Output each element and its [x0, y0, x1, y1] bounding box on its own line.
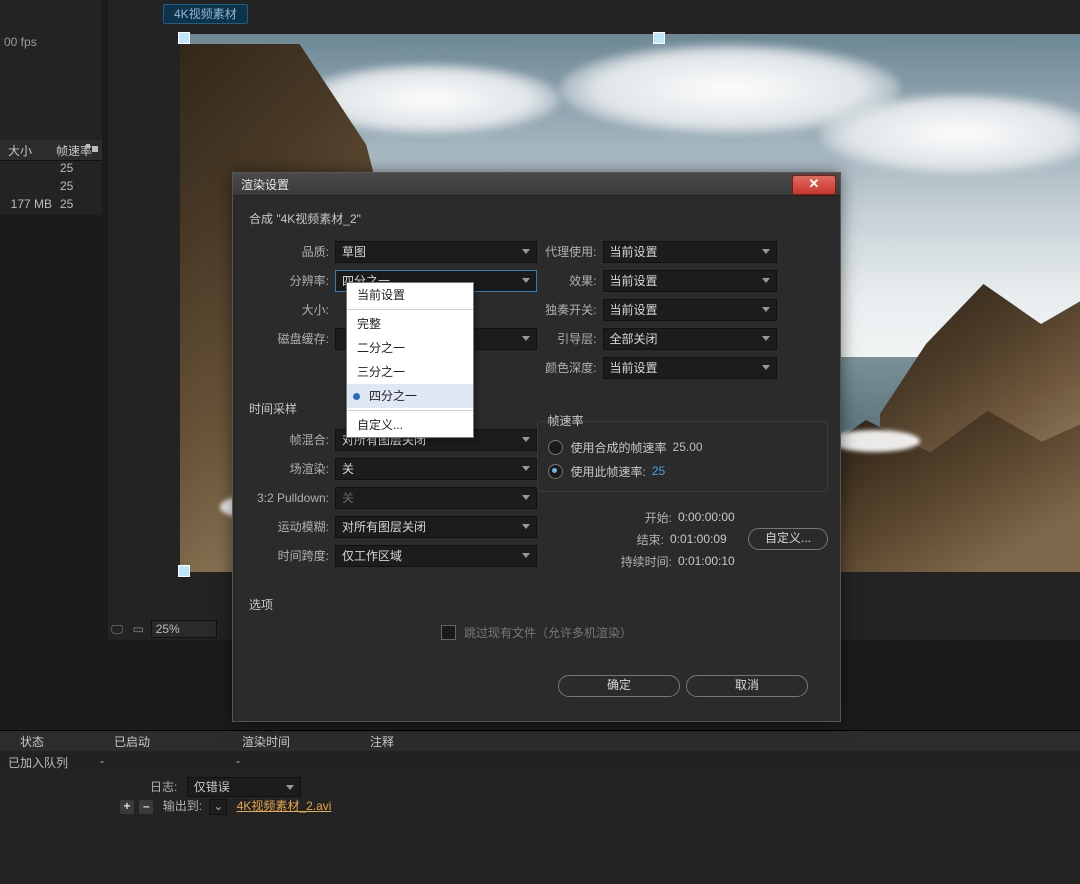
checkbox-icon: [441, 625, 456, 640]
guides-select[interactable]: 全部关闭: [603, 328, 777, 350]
project-row[interactable]: 177 MB25: [0, 196, 102, 214]
display-icon[interactable]: ▭: [129, 622, 147, 636]
project-row[interactable]: 25: [0, 160, 102, 178]
span-label: 时间跨度:: [245, 547, 335, 564]
skip-existing-checkbox[interactable]: 跳过现有文件（允许多机渲染）: [245, 621, 828, 643]
cache-label: 磁盘缓存:: [245, 330, 335, 347]
col-started[interactable]: 已启动: [114, 733, 150, 750]
col-state[interactable]: 状态: [20, 733, 44, 750]
render-queue-panel: 状态 已启动 渲染时间 注释 已加入队列 - - 日志: 仅错误 + – 输出到…: [0, 730, 1080, 884]
output-chevron-icon[interactable]: ⌄: [209, 799, 227, 815]
pulldown-select: 关: [335, 487, 537, 509]
solo-select[interactable]: 当前设置: [603, 299, 777, 321]
project-row[interactable]: 25: [0, 178, 102, 196]
handle-top-left[interactable]: [178, 32, 190, 44]
proxy-label: 代理使用:: [537, 243, 603, 260]
size-label: 大小:: [245, 301, 335, 318]
col-comment[interactable]: 注释: [370, 733, 394, 750]
viewer-tab[interactable]: 4K视频素材: [163, 4, 248, 24]
dropdown-item[interactable]: 完整: [347, 312, 473, 336]
framerate-title: 帧速率: [548, 412, 818, 429]
custom-time-button[interactable]: 自定义...: [748, 528, 828, 550]
project-columns: 大小 帧速率: [0, 140, 102, 161]
dropdown-item[interactable]: 自定义...: [347, 413, 473, 437]
handle-bottom-left[interactable]: [178, 565, 190, 577]
start-label: 开始:: [645, 509, 672, 526]
project-panel: 00 fps 大小 帧速率 25 25 177 MB25: [0, 0, 102, 215]
dropdown-item[interactable]: 二分之一: [347, 336, 473, 360]
resolution-label: 分辨率:: [245, 272, 335, 289]
end-value: 0:01:00:09: [670, 532, 742, 546]
motion-label: 运动模糊:: [245, 518, 335, 535]
quality-label: 品质:: [245, 243, 335, 260]
tree-icon: [86, 144, 98, 154]
add-output-button[interactable]: +: [120, 800, 134, 814]
log-label: 日志:: [150, 780, 177, 794]
dropdown-item[interactable]: 当前设置: [347, 283, 473, 307]
span-select[interactable]: 仅工作区域: [335, 545, 537, 567]
cancel-button[interactable]: 取消: [686, 675, 808, 697]
render-settings-dialog: 渲染设置 ✕ 合成 "4K视频素材_2" 品质:草图 分辨率:四分之一 大小: …: [232, 172, 841, 722]
log-select[interactable]: 仅错误: [187, 777, 301, 797]
start-value: 0:00:00:00: [678, 510, 750, 524]
remove-output-button[interactable]: –: [139, 800, 153, 814]
frameblend-label: 帧混合:: [245, 431, 335, 448]
solo-label: 独奏开关:: [537, 301, 603, 318]
end-label: 结束:: [637, 531, 664, 548]
ok-button[interactable]: 确定: [558, 675, 680, 697]
proxy-select[interactable]: 当前设置: [603, 241, 777, 263]
dropdown-item[interactable]: 三分之一: [347, 360, 473, 384]
resolution-dropdown: 当前设置 完整 二分之一 三分之一 四分之一 自定义...: [346, 282, 474, 438]
dialog-title: 渲染设置: [241, 176, 289, 193]
options-title: 选项: [249, 596, 828, 613]
handle-top-mid[interactable]: [653, 32, 665, 44]
framerate-box: 帧速率 使用合成的帧速率25.00 使用此帧速率:25: [537, 421, 829, 492]
fps-value-input[interactable]: 25: [652, 464, 665, 478]
composition-name: 合成 "4K视频素材_2": [249, 210, 828, 227]
queue-row[interactable]: 已加入队列 - -: [0, 753, 1080, 771]
motion-select[interactable]: 对所有图层关闭: [335, 516, 537, 538]
depth-label: 颜色深度:: [537, 359, 603, 376]
guides-label: 引导层:: [537, 330, 603, 347]
close-button[interactable]: ✕: [792, 175, 836, 195]
effects-select[interactable]: 当前设置: [603, 270, 777, 292]
field-select[interactable]: 关: [335, 458, 537, 480]
pulldown-label: 3:2 Pulldown:: [245, 491, 335, 505]
fps-readout: 00 fps: [4, 35, 37, 49]
duration-value: 0:01:00:10: [678, 554, 750, 568]
quality-select[interactable]: 草图: [335, 241, 537, 263]
monitor-icon[interactable]: 🖵: [108, 622, 126, 637]
output-file-link[interactable]: 4K视频素材_2.avi: [237, 799, 332, 813]
field-label: 场渲染:: [245, 460, 335, 477]
dropdown-item-selected[interactable]: 四分之一: [347, 384, 473, 408]
duration-label: 持续时间:: [621, 553, 672, 570]
use-comp-fps-radio[interactable]: 使用合成的帧速率25.00: [548, 435, 818, 459]
col-size[interactable]: 大小: [8, 142, 32, 159]
use-this-fps-radio[interactable]: 使用此帧速率:25: [548, 459, 818, 483]
effects-label: 效果:: [537, 272, 603, 289]
depth-select[interactable]: 当前设置: [603, 357, 777, 379]
dialog-titlebar[interactable]: 渲染设置 ✕: [233, 173, 840, 196]
zoom-select[interactable]: 25%: [151, 620, 217, 638]
output-label: 输出到:: [163, 799, 202, 813]
col-rendertime[interactable]: 渲染时间: [242, 733, 290, 750]
